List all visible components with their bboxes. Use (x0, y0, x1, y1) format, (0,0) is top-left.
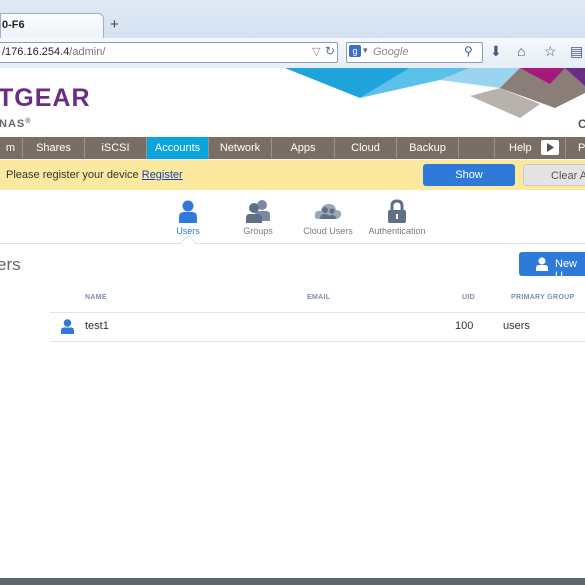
register-link[interactable]: Register (142, 169, 183, 181)
bookmark-dropdown-icon[interactable]: ▽ (312, 45, 320, 58)
brand-subtitle: NAS® (0, 118, 32, 130)
download-icon[interactable]: ⬇ (490, 43, 502, 60)
new-tab-button[interactable]: + (110, 16, 119, 33)
nav-tab-blank (458, 137, 494, 159)
register-message: Please register your device Register (6, 169, 183, 181)
nav-tab-accounts[interactable]: Accounts (146, 137, 208, 159)
column-header-name[interactable]: NAME (85, 294, 107, 301)
taskbar-edge (0, 578, 585, 585)
play-icon (541, 140, 559, 155)
subnav-divider (0, 243, 585, 244)
column-header-primary-group[interactable]: PRIMARY GROUP (511, 294, 574, 301)
cell-name: test1 (85, 320, 109, 332)
url-path: /admin/ (69, 46, 106, 58)
subnav-active-indicator (180, 234, 197, 251)
page-title: ers (0, 255, 21, 274)
clear-all-button[interactable]: Clear Al (523, 164, 585, 186)
cloud-users-icon (314, 204, 342, 219)
search-engine-icon[interactable]: g (349, 45, 361, 57)
browser-tab-title: 0-F6 (2, 19, 25, 31)
nav-tab-network[interactable]: Network (208, 137, 271, 159)
home-icon[interactable]: ⌂ (517, 43, 525, 59)
subnav-authentication[interactable]: Authentication (365, 197, 429, 236)
register-text: Please register your device (6, 169, 139, 181)
brand-logo: TGEAR (0, 84, 91, 112)
subnav-groups-label: Groups (243, 226, 273, 236)
nav-tab-shares[interactable]: Shares (22, 137, 84, 159)
cell-primary-group: users (503, 320, 530, 332)
subnav-users[interactable]: Users (162, 197, 214, 236)
star-icon[interactable]: ☆ (544, 43, 557, 60)
nav-tab-iscsi[interactable]: iSCSI (84, 137, 146, 159)
user-icon (179, 200, 197, 223)
nav-tab-help-label: Help (509, 142, 532, 154)
user-icon (61, 319, 74, 337)
lock-icon (388, 199, 406, 223)
table-row-divider (50, 341, 585, 342)
search-placeholder: Google (373, 46, 409, 58)
column-header-email[interactable]: EMAIL (307, 294, 330, 301)
show-button[interactable]: Show (423, 164, 515, 186)
nav-tab-power[interactable]: P (565, 137, 585, 159)
url-host: /176.16.254.4 (2, 46, 70, 58)
subnav-cloud-users[interactable]: Cloud Users (298, 197, 358, 236)
header-edge-text: C (578, 117, 585, 131)
reader-icon[interactable]: ▤ (570, 43, 583, 60)
nav-tab-cloud[interactable]: Cloud (334, 137, 396, 159)
column-header-uid[interactable]: UID (462, 294, 475, 301)
search-icon[interactable]: ⚲ (464, 44, 473, 58)
nav-tab-help[interactable]: Help (494, 137, 564, 159)
subnav-groups[interactable]: Groups (232, 197, 284, 236)
new-user-label: New U (555, 258, 578, 282)
nav-tab-system[interactable]: m (0, 137, 21, 159)
nav-tab-apps[interactable]: Apps (271, 137, 334, 159)
add-user-icon (536, 257, 548, 274)
address-text: /176.16.254.4/admin/ (2, 46, 105, 58)
reload-icon[interactable]: ↻ (325, 44, 335, 58)
brand-subtitle-text: NAS (0, 118, 26, 130)
subnav-cloud-users-label: Cloud Users (303, 226, 353, 236)
chevron-down-icon[interactable]: ▾ (363, 45, 368, 56)
cell-uid: 100 (455, 320, 474, 332)
subnav-authentication-label: Authentication (368, 226, 426, 236)
groups-icon (246, 200, 270, 223)
nav-tab-backup[interactable]: Backup (396, 137, 458, 159)
